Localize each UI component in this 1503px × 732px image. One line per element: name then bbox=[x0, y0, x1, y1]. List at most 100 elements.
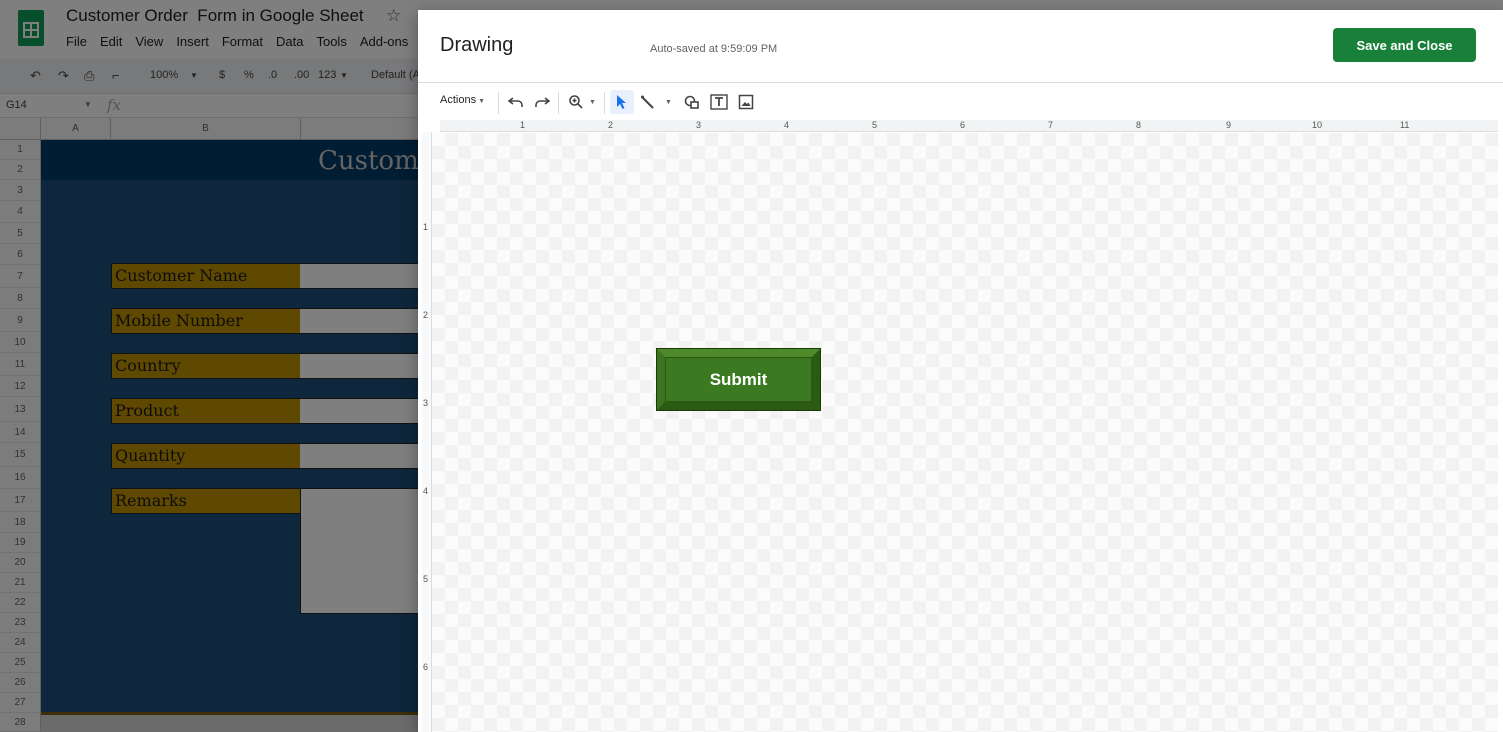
label-remarks: Remarks bbox=[111, 488, 301, 514]
menu-tools[interactable]: Tools bbox=[316, 34, 346, 49]
menu-edit[interactable]: Edit bbox=[100, 34, 122, 49]
print-icon[interactable]: ⎙ bbox=[84, 68, 94, 84]
zoom-caret-icon[interactable]: ▼ bbox=[589, 99, 596, 106]
label-customer-name: Customer Name bbox=[111, 263, 301, 289]
actions-label: Actions bbox=[440, 94, 477, 106]
zoom-icon[interactable] bbox=[564, 90, 588, 114]
row-header[interactable]: 16 bbox=[0, 467, 41, 489]
drawing-dialog: Drawing Auto-saved at 9:59:09 PM Save an… bbox=[418, 10, 1503, 732]
row-header[interactable]: 24 bbox=[0, 633, 41, 653]
increase-decimal-button[interactable]: .00 bbox=[294, 69, 309, 81]
currency-button[interactable]: $ bbox=[219, 69, 225, 81]
image-icon[interactable] bbox=[734, 90, 758, 114]
row-header[interactable]: 3 bbox=[0, 180, 41, 201]
submit-button-shape[interactable]: Submit bbox=[656, 348, 821, 411]
paint-format-icon[interactable]: ⌐ bbox=[112, 68, 120, 83]
more-formats-button[interactable]: 123 bbox=[318, 69, 336, 81]
row-header[interactable]: 25 bbox=[0, 653, 41, 673]
menu-data[interactable]: Data bbox=[276, 34, 303, 49]
toolbar-separator bbox=[604, 92, 605, 114]
redo-icon[interactable] bbox=[530, 90, 554, 114]
ruler-h-label: 2 bbox=[608, 120, 614, 130]
row-header[interactable]: 2 bbox=[0, 160, 41, 180]
row-header[interactable]: 23 bbox=[0, 613, 41, 633]
row-header[interactable]: 14 bbox=[0, 422, 41, 443]
input-remarks[interactable] bbox=[300, 488, 421, 614]
fx-icon: fx bbox=[107, 96, 122, 114]
undo-icon[interactable]: ↶ bbox=[30, 68, 41, 84]
row-header[interactable]: 17 bbox=[0, 489, 41, 512]
ruler-v-label: 5 bbox=[423, 574, 429, 584]
shape-tool-icon[interactable] bbox=[680, 90, 704, 114]
ruler-v-label: 6 bbox=[423, 662, 429, 672]
ruler-h-label: 8 bbox=[1136, 120, 1142, 130]
ruler-h-label: 5 bbox=[872, 120, 878, 130]
star-icon[interactable]: ☆ bbox=[386, 6, 401, 26]
row-header[interactable]: 7 bbox=[0, 265, 41, 288]
column-header-c[interactable] bbox=[301, 118, 421, 140]
row-header[interactable]: 26 bbox=[0, 673, 41, 693]
ruler-h-label: 7 bbox=[1048, 120, 1054, 130]
name-box-caret-icon[interactable]: ▼ bbox=[84, 100, 92, 109]
row-header[interactable]: 12 bbox=[0, 376, 41, 397]
decrease-decimal-button[interactable]: .0 bbox=[268, 69, 277, 81]
form-background bbox=[41, 140, 421, 712]
row-header[interactable]: 6 bbox=[0, 244, 41, 265]
row-header[interactable]: 21 bbox=[0, 573, 41, 593]
row-header[interactable]: 28 bbox=[0, 713, 41, 732]
menu-file[interactable]: File bbox=[66, 34, 87, 49]
vertical-ruler: 1 2 3 4 5 6 bbox=[422, 132, 432, 732]
row-header[interactable]: 22 bbox=[0, 593, 41, 613]
input-quantity[interactable] bbox=[300, 443, 421, 469]
column-header-a[interactable]: A bbox=[41, 118, 111, 140]
undo-icon[interactable] bbox=[504, 90, 528, 114]
redo-icon[interactable]: ↷ bbox=[58, 68, 69, 84]
zoom-select[interactable]: 100% bbox=[150, 69, 178, 81]
label-country: Country bbox=[111, 353, 301, 379]
row-header[interactable]: 15 bbox=[0, 443, 41, 467]
name-box[interactable]: G14 bbox=[6, 99, 27, 111]
row-header[interactable]: 1 bbox=[0, 140, 41, 160]
line-tool-caret-icon[interactable]: ▼ bbox=[665, 99, 672, 106]
ruler-v-label: 4 bbox=[423, 486, 429, 496]
horizontal-ruler: 1 2 3 4 5 6 7 8 9 10 11 bbox=[440, 120, 1498, 132]
ruler-h-label: 4 bbox=[784, 120, 790, 130]
corner-select-all[interactable] bbox=[0, 118, 41, 140]
row-header[interactable]: 9 bbox=[0, 309, 41, 332]
row-header[interactable]: 27 bbox=[0, 693, 41, 713]
row-header[interactable]: 18 bbox=[0, 512, 41, 533]
row-header[interactable]: 19 bbox=[0, 533, 41, 553]
input-product[interactable] bbox=[300, 398, 421, 424]
menu-insert[interactable]: Insert bbox=[176, 34, 209, 49]
row-header[interactable]: 10 bbox=[0, 332, 41, 353]
menu-view[interactable]: View bbox=[135, 34, 163, 49]
line-tool-icon[interactable] bbox=[636, 90, 660, 114]
toolbar-separator bbox=[498, 92, 499, 114]
percent-button[interactable]: % bbox=[244, 69, 254, 81]
more-formats-caret-icon[interactable]: ▼ bbox=[340, 71, 348, 80]
ruler-h-label: 6 bbox=[960, 120, 966, 130]
row-header[interactable]: 8 bbox=[0, 288, 41, 309]
select-cursor-icon[interactable] bbox=[610, 90, 634, 114]
row-header[interactable]: 4 bbox=[0, 201, 41, 223]
row-header[interactable]: 11 bbox=[0, 353, 41, 376]
ruler-h-label: 9 bbox=[1226, 120, 1232, 130]
menu-format[interactable]: Format bbox=[222, 34, 263, 49]
input-customer-name[interactable] bbox=[300, 263, 421, 289]
input-country[interactable] bbox=[300, 353, 421, 379]
row-header[interactable]: 5 bbox=[0, 223, 41, 244]
row-header[interactable]: 20 bbox=[0, 553, 41, 573]
save-and-close-button[interactable]: Save and Close bbox=[1333, 28, 1476, 62]
zoom-caret-icon[interactable]: ▼ bbox=[190, 71, 198, 80]
ruler-v-label: 1 bbox=[423, 222, 429, 232]
actions-menu-button[interactable]: Actions ▼ bbox=[440, 94, 485, 106]
column-header-b[interactable]: B bbox=[111, 118, 301, 140]
row-header[interactable]: 13 bbox=[0, 397, 41, 422]
sheets-logo-icon[interactable] bbox=[18, 10, 44, 46]
menu-addons[interactable]: Add-ons bbox=[360, 34, 408, 49]
font-select[interactable]: Default (A bbox=[371, 69, 420, 81]
text-box-icon[interactable] bbox=[707, 90, 731, 114]
drawing-canvas[interactable]: Submit bbox=[432, 133, 1498, 732]
input-mobile-number[interactable] bbox=[300, 308, 421, 334]
document-title[interactable]: Customer Order Form in Google Sheet bbox=[66, 6, 364, 26]
